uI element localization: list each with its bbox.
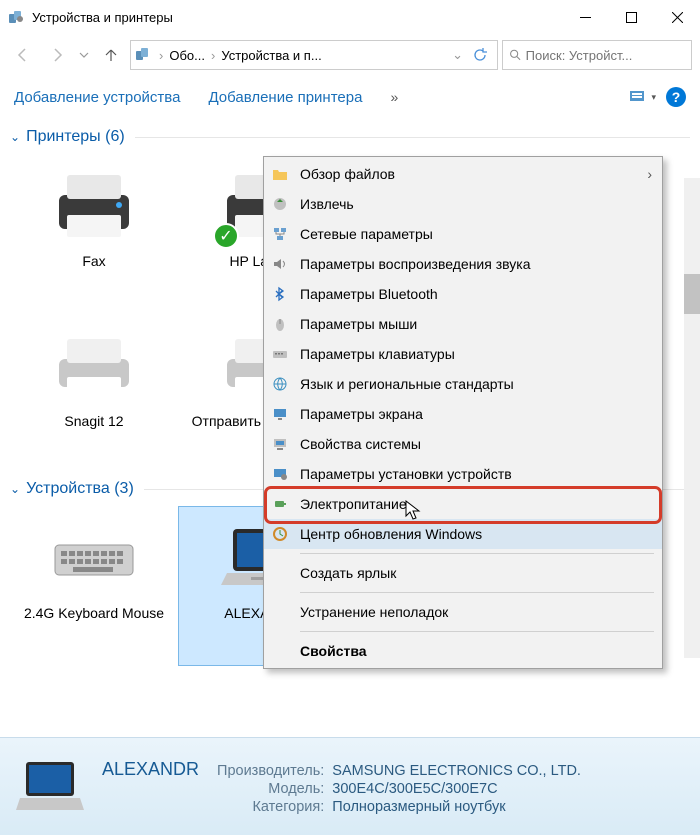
menu-separator — [300, 631, 654, 632]
details-value: Полноразмерный ноутбук — [332, 799, 581, 815]
globe-icon — [270, 374, 290, 394]
details-key: Производитель: — [217, 763, 324, 779]
device-item-snagit[interactable]: Snagit 12 — [10, 314, 178, 474]
context-menu: Обзор файлов› Извлечь Сетевые параметры … — [263, 156, 663, 669]
group-header-printers[interactable]: ⌄ Принтеры (6) — [10, 128, 690, 146]
menu-item-sysprops[interactable]: Свойства системы — [264, 429, 662, 459]
details-value: 300E4C/300E5C/300E7C — [332, 781, 581, 797]
minimize-button[interactable] — [562, 0, 608, 34]
speaker-icon — [270, 254, 290, 274]
maximize-button[interactable] — [608, 0, 654, 34]
location-icon — [135, 46, 153, 64]
laptop-icon — [16, 756, 84, 818]
menu-item-region[interactable]: Язык и региональные стандарты — [264, 369, 662, 399]
add-printer-link[interactable]: Добавление принтера — [208, 89, 362, 106]
recent-dropdown[interactable] — [76, 40, 92, 70]
nav-bar: › Обо... › Устройства и п... ⌄ — [0, 34, 700, 76]
back-button[interactable] — [8, 40, 38, 70]
scrollbar-thumb[interactable] — [684, 274, 700, 314]
details-key: Категория: — [217, 799, 324, 815]
device-item-keyboard[interactable]: 2.4G Keyboard Mouse — [10, 506, 178, 666]
submenu-arrow-icon: › — [647, 166, 652, 182]
menu-item-devinstall[interactable]: Параметры установки устройств — [264, 459, 662, 489]
search-icon — [509, 48, 522, 62]
forward-button[interactable] — [42, 40, 72, 70]
group-title: Принтеры (6) — [26, 128, 125, 146]
display-icon — [270, 404, 290, 424]
breadcrumb-segment[interactable]: Устройства и п... — [217, 48, 325, 63]
help-button[interactable]: ? — [666, 87, 686, 107]
up-button[interactable] — [96, 40, 126, 70]
menu-item-sound[interactable]: Параметры воспроизведения звука — [264, 249, 662, 279]
group-title: Устройства (3) — [26, 480, 134, 498]
eject-icon — [270, 194, 290, 214]
collapse-icon: ⌄ — [10, 130, 20, 144]
close-button[interactable] — [654, 0, 700, 34]
printer-icon — [49, 325, 139, 405]
device-item-fax[interactable]: Fax — [10, 154, 178, 314]
menu-item-mouse[interactable]: Параметры мыши — [264, 309, 662, 339]
chevron-icon: › — [157, 48, 165, 63]
details-key: Модель: — [217, 781, 324, 797]
mouse-icon — [270, 314, 290, 334]
menu-item-troubleshoot[interactable]: Устранение неполадок — [264, 597, 662, 627]
window-icon — [8, 9, 24, 25]
power-icon — [270, 494, 290, 514]
details-value: SAMSUNG ELECTRONICS CO., LTD. — [332, 763, 581, 779]
gear-icon — [270, 464, 290, 484]
menu-item-eject[interactable]: Извлечь — [264, 189, 662, 219]
menu-item-power[interactable]: Электропитание — [264, 489, 662, 519]
update-icon — [270, 524, 290, 544]
title-bar: Устройства и принтеры — [0, 0, 700, 34]
breadcrumb-segment[interactable]: Обо... — [165, 48, 209, 63]
view-options-button[interactable]: ▾ — [629, 89, 656, 105]
bluetooth-icon — [270, 284, 290, 304]
menu-item-display[interactable]: Параметры экрана — [264, 399, 662, 429]
menu-item-keyboard[interactable]: Параметры клавиатуры — [264, 339, 662, 369]
collapse-icon: ⌄ — [10, 482, 20, 496]
network-icon — [270, 224, 290, 244]
menu-item-properties[interactable]: Свойства — [264, 636, 662, 666]
refresh-button[interactable] — [467, 47, 493, 63]
default-check-icon: ✓ — [213, 223, 239, 249]
details-name: ALEXANDR — [102, 759, 199, 780]
cursor-icon — [405, 500, 423, 522]
menu-item-shortcut[interactable]: Создать ярлык — [264, 558, 662, 588]
toolbar: Добавление устройства Добавление принтер… — [0, 76, 700, 118]
menu-item-browse[interactable]: Обзор файлов› — [264, 159, 662, 189]
overflow-button[interactable]: » — [390, 89, 398, 105]
menu-item-network[interactable]: Сетевые параметры — [264, 219, 662, 249]
search-input[interactable] — [526, 48, 685, 63]
add-device-link[interactable]: Добавление устройства — [14, 89, 180, 106]
details-pane: ALEXANDR Производитель: SAMSUNG ELECTRON… — [0, 737, 700, 835]
chevron-icon: › — [209, 48, 217, 63]
folder-icon — [270, 164, 290, 184]
menu-item-winupdate[interactable]: Центр обновления Windows — [264, 519, 662, 549]
breadcrumb[interactable]: › Обо... › Устройства и п... ⌄ — [130, 40, 498, 70]
keyboard-icon — [49, 517, 139, 597]
menu-separator — [300, 553, 654, 554]
scrollbar[interactable] — [684, 178, 700, 658]
menu-item-bluetooth[interactable]: Параметры Bluetooth — [264, 279, 662, 309]
keyboard-icon — [270, 344, 290, 364]
printer-icon — [49, 165, 139, 245]
window-title: Устройства и принтеры — [32, 10, 562, 25]
search-box[interactable] — [502, 40, 692, 70]
computer-icon — [270, 434, 290, 454]
caret-down-icon: ▾ — [651, 92, 656, 103]
chevron-down-icon[interactable]: ⌄ — [450, 47, 467, 63]
menu-separator — [300, 592, 654, 593]
